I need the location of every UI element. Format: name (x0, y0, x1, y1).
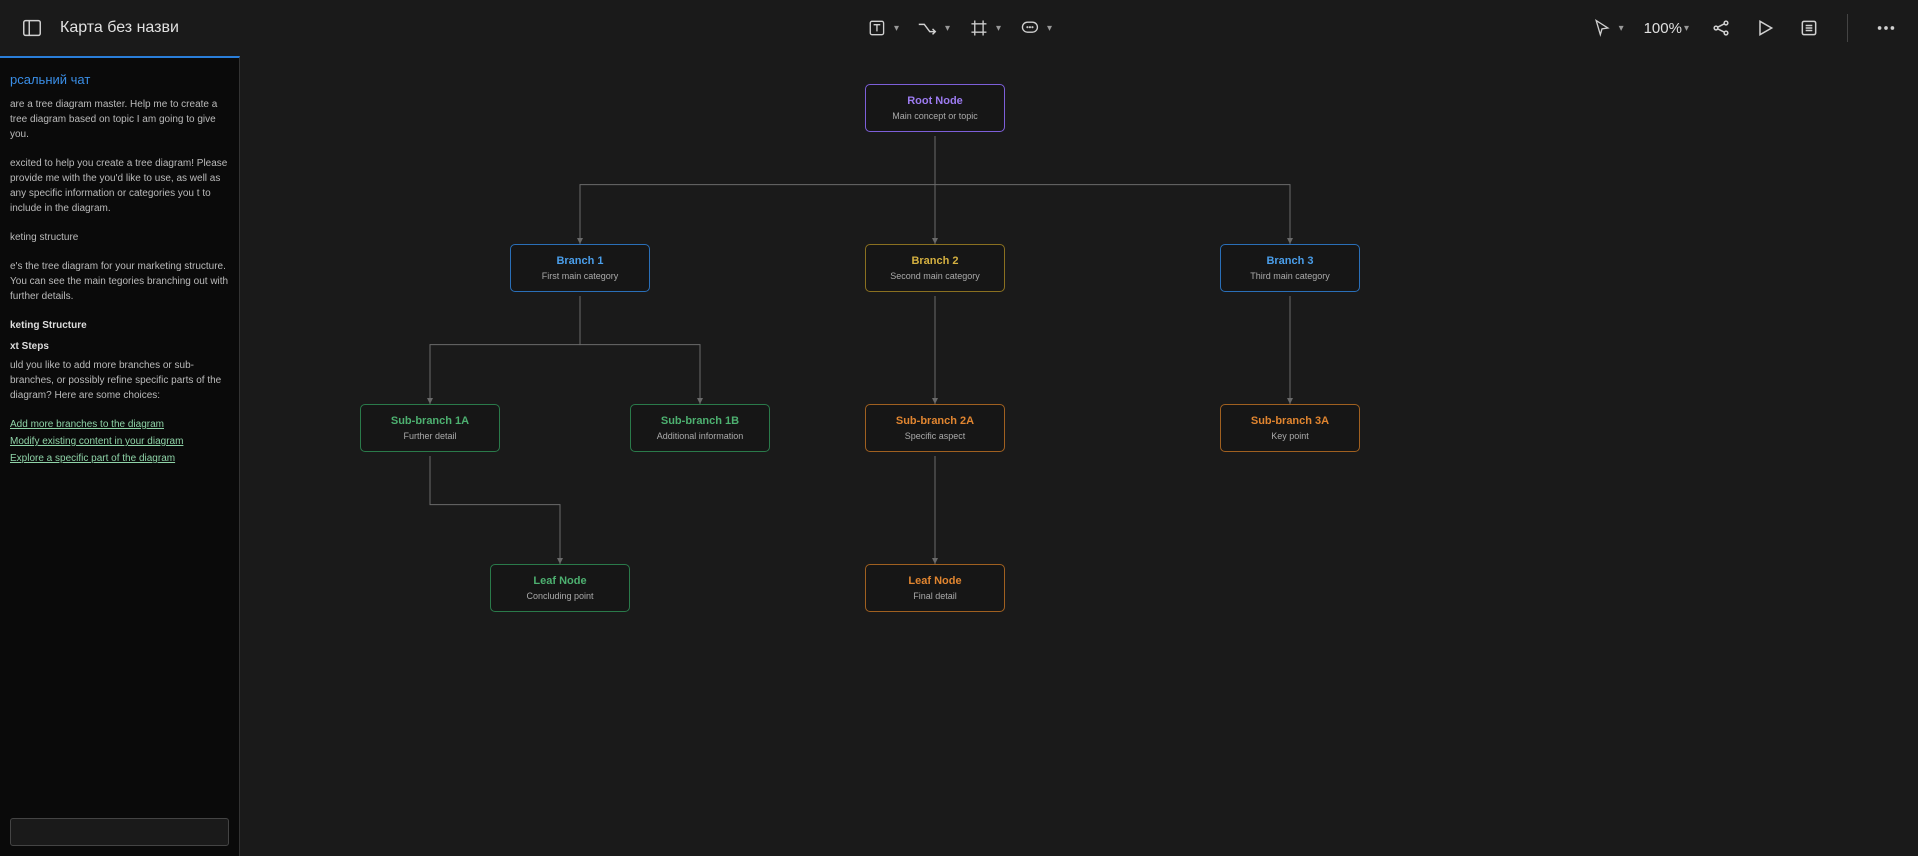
node-title: Sub-branch 3A (1229, 415, 1351, 427)
chat-message: are a tree diagram master. Help me to cr… (10, 97, 229, 142)
chat-message: uld you like to add more branches or sub… (10, 358, 229, 403)
top-toolbar: Карта без назви ▾ ▾ ▾ ▾ (0, 0, 1918, 56)
divider (1847, 14, 1848, 42)
diagram-node-b3[interactable]: Branch 3 Third main category (1220, 244, 1360, 292)
chevron-down-icon: ▾ (1684, 23, 1689, 34)
connectors-layer (0, 56, 1918, 856)
panel-icon (21, 17, 43, 39)
node-subtitle: Additional information (639, 431, 761, 441)
node-subtitle: Further detail (369, 431, 491, 441)
topbar-left: Карта без назви (20, 16, 179, 40)
chat-suggestion-link[interactable]: Add more branches to the diagram (10, 417, 229, 432)
frame-icon (968, 17, 990, 39)
frame-tool[interactable]: ▾ (968, 17, 1001, 39)
chat-message: e's the tree diagram for your marketing … (10, 259, 229, 304)
text-tool[interactable]: ▾ (866, 17, 899, 39)
node-title: Sub-branch 1A (369, 415, 491, 427)
chevron-down-icon: ▾ (1619, 23, 1624, 34)
topbar-right: ▾ 100% ▾ (1591, 14, 1898, 42)
node-title: Root Node (874, 95, 996, 107)
share-icon (1711, 18, 1731, 38)
comment-tool[interactable]: ▾ (1019, 17, 1052, 39)
list-button[interactable] (1797, 16, 1821, 40)
node-subtitle: Third main category (1229, 271, 1351, 281)
dots-icon (1875, 17, 1897, 39)
diagram-node-b2[interactable]: Branch 2 Second main category (865, 244, 1005, 292)
chevron-down-icon: ▾ (894, 23, 899, 34)
node-subtitle: Main concept or topic (874, 111, 996, 121)
node-subtitle: Key point (1229, 431, 1351, 441)
chat-input[interactable] (10, 818, 229, 846)
node-title: Sub-branch 2A (874, 415, 996, 427)
node-title: Branch 1 (519, 255, 641, 267)
diagram-node-b1[interactable]: Branch 1 First main category (510, 244, 650, 292)
chat-panel-title: рсальний чат (0, 58, 239, 97)
text-icon (866, 17, 888, 39)
play-button[interactable] (1753, 16, 1777, 40)
chat-suggestion-link[interactable]: Explore a specific part of the diagram (10, 451, 229, 466)
node-subtitle: First main category (519, 271, 641, 281)
node-title: Leaf Node (499, 575, 621, 587)
node-subtitle: Specific aspect (874, 431, 996, 441)
diagram-node-l2[interactable]: Leaf Node Final detail (865, 564, 1005, 612)
cursor-tool[interactable]: ▾ (1591, 17, 1624, 39)
chat-message: keting structure (10, 230, 229, 245)
chat-suggestion-link[interactable]: Modify existing content in your diagram (10, 434, 229, 449)
chevron-down-icon: ▾ (996, 23, 1001, 34)
node-title: Sub-branch 1B (639, 415, 761, 427)
diagram-node-root[interactable]: Root Node Main concept or topic (865, 84, 1005, 132)
play-icon (1755, 18, 1775, 38)
chevron-down-icon: ▾ (1047, 23, 1052, 34)
node-title: Branch 3 (1229, 255, 1351, 267)
zoom-level[interactable]: 100% ▾ (1644, 20, 1689, 37)
connector-icon (917, 17, 939, 39)
zoom-value: 100% (1644, 20, 1682, 37)
node-title: Branch 2 (874, 255, 996, 267)
chat-message: excited to help you create a tree diagra… (10, 156, 229, 216)
diagram-node-s1a[interactable]: Sub-branch 1A Further detail (360, 404, 500, 452)
chat-panel: рсальний чат are a tree diagram master. … (0, 56, 240, 856)
diagram-node-l1[interactable]: Leaf Node Concluding point (490, 564, 630, 612)
more-menu-button[interactable] (1874, 16, 1898, 40)
node-title: Leaf Node (874, 575, 996, 587)
diagram-node-s2a[interactable]: Sub-branch 2A Specific aspect (865, 404, 1005, 452)
diagram-node-s1b[interactable]: Sub-branch 1B Additional information (630, 404, 770, 452)
topbar-center-tools: ▾ ▾ ▾ ▾ (866, 17, 1052, 39)
chat-heading: keting Structure (10, 318, 229, 333)
share-button[interactable] (1709, 16, 1733, 40)
document-title[interactable]: Карта без назви (60, 19, 179, 37)
chevron-down-icon: ▾ (945, 23, 950, 34)
chat-input-wrap (0, 808, 239, 856)
diagram-canvas[interactable]: Root Node Main concept or topic Branch 1 Fi… (0, 56, 1918, 856)
chat-heading: xt Steps (10, 339, 229, 354)
list-icon (1799, 18, 1819, 38)
cursor-icon (1591, 17, 1613, 39)
diagram-node-s3a[interactable]: Sub-branch 3A Key point (1220, 404, 1360, 452)
node-subtitle: Concluding point (499, 591, 621, 601)
chat-body[interactable]: are a tree diagram master. Help me to cr… (0, 97, 239, 808)
connector-tool[interactable]: ▾ (917, 17, 950, 39)
node-subtitle: Final detail (874, 591, 996, 601)
panel-toggle-button[interactable] (20, 16, 44, 40)
comment-icon (1019, 17, 1041, 39)
node-subtitle: Second main category (874, 271, 996, 281)
